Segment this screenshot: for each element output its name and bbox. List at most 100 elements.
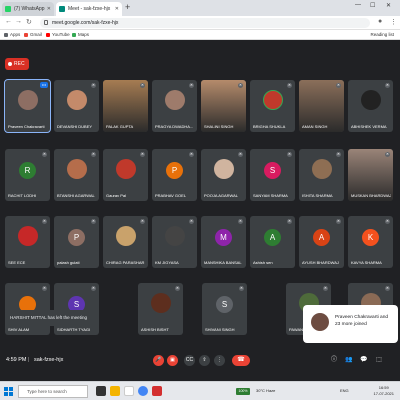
language-indicator[interactable]: ENG (340, 388, 349, 393)
activities-icon[interactable]: ⬚ (375, 356, 383, 364)
avatar: P (68, 229, 85, 246)
app-icon[interactable] (152, 386, 162, 396)
whatsapp-icon (5, 6, 11, 12)
participant-tile[interactable]: ✕ ISHITA SHARMA (299, 149, 344, 201)
people-icon[interactable]: 👥 (345, 356, 353, 364)
participant-tile[interactable]: A ✕ Ashish sen (250, 216, 295, 268)
tab-title: Meet - sak-fzxe-hjx (68, 6, 111, 12)
record-icon (8, 62, 12, 66)
participant-tile[interactable]: ✕ ABHISHEK VERMA (348, 80, 393, 132)
task-view-icon[interactable] (96, 386, 106, 396)
participant-tile[interactable]: ✕ POOJA AGARWAL (201, 149, 246, 201)
participant-name: BRIGHA SHUKLA (253, 124, 286, 129)
participant-tile[interactable]: ✕ PALAK GUPTA (103, 80, 148, 132)
windows-start-icon[interactable] (4, 387, 13, 396)
avatar: S (264, 162, 281, 179)
participant-name: BTANSHI AGARWAL (57, 193, 95, 198)
participant-tile[interactable]: ••• Praveen Chakravarti (4, 79, 51, 133)
browser-tab-bar: (7) WhatsApp ✕ Meet - sak-fzxe-hjx ✕ + —… (0, 0, 400, 16)
participant-name: Ashish sen (253, 260, 273, 265)
chrome-icon[interactable] (138, 386, 148, 396)
close-window-icon[interactable]: ✕ (386, 2, 391, 9)
forward-icon[interactable]: → (15, 18, 22, 25)
info-icon[interactable]: ⓘ (330, 356, 338, 364)
reading-list[interactable]: Reading list (370, 31, 394, 39)
close-icon[interactable]: ✕ (47, 2, 51, 16)
participant-tile[interactable]: ✕ CHIRAG PARASHAR (103, 216, 148, 268)
weather-tray[interactable]: 30°C Haze (256, 388, 275, 393)
clock[interactable]: 16:59 17-07-2021 (374, 385, 394, 397)
participant-tile[interactable]: ✕ PRAGYA DWADHA... (152, 80, 197, 132)
avatar: A (313, 229, 330, 246)
url-field[interactable]: meet.google.com/sak-fzxe-hjx (40, 18, 370, 28)
participant-tile[interactable]: ✕ BRIGHA SHUKLA (250, 80, 295, 132)
mic-muted-icon: ✕ (385, 286, 390, 291)
l-app-icon[interactable] (124, 386, 134, 396)
bookmark-apps[interactable]: Apps (4, 31, 20, 39)
mic-muted-icon: ✕ (239, 286, 244, 291)
mic-muted-icon: ✕ (140, 152, 145, 157)
participant-tile[interactable]: A ✕ AYUSH BHARDWAJ (299, 216, 344, 268)
taskbar-search[interactable]: Type here to search (18, 385, 88, 398)
captions-button[interactable]: CC (184, 355, 195, 366)
participant-tile[interactable]: ✕ AMAN SINGH (299, 80, 344, 132)
tab-whatsapp[interactable]: (7) WhatsApp ✕ (2, 2, 54, 16)
more-options-button[interactable]: ⋮ (214, 355, 225, 366)
participant-tile[interactable]: ✕ BTANSHI AGARWAL (54, 149, 99, 201)
participant-tile[interactable]: ✕ KM JIGYASA (152, 216, 197, 268)
join-notification-text: Praveen Chakravarti and 23 more joined (335, 315, 389, 327)
participant-name: PRABHAV GOEL (155, 193, 187, 198)
mic-off-button[interactable]: 🎤 (153, 355, 164, 366)
participant-tile[interactable]: P ✕ PRABHAV GOEL (152, 149, 197, 201)
participant-tile[interactable]: ✕ SEE ECE (5, 216, 50, 268)
more-options-icon[interactable]: ••• (40, 82, 48, 88)
participant-tile[interactable]: ✕ ASHISH BISHT (138, 283, 183, 335)
participant-name: AMAN SINGH (302, 124, 328, 129)
participant-tile[interactable]: K ✕ KAVYA SHARMA (348, 216, 393, 268)
mic-muted-icon: ✕ (42, 152, 47, 157)
participant-name: CHIRAG PARASHAR (106, 260, 145, 265)
recording-badge: REC (5, 58, 29, 70)
reload-icon[interactable]: ↻ (26, 18, 32, 26)
participant-tile[interactable]: M ✕ MANSHIKA BANSAL (201, 216, 246, 268)
bookmark-gmail[interactable]: Gmail (24, 31, 42, 39)
close-icon[interactable]: ✕ (115, 2, 119, 16)
camera-off-button[interactable]: ▣ (167, 355, 178, 366)
participant-name: KAVYA SHARMA (351, 260, 382, 265)
avatar (115, 159, 136, 179)
end-call-button[interactable]: ☎ (232, 355, 250, 366)
avatar (164, 90, 185, 110)
participant-tile[interactable]: S ✕ SHIVANI SINGH (202, 283, 247, 335)
battery-indicator: 100% (236, 388, 250, 395)
bookmark-maps[interactable]: Maps (72, 31, 89, 39)
file-explorer-icon[interactable] (110, 386, 120, 396)
profile-icon[interactable]: ● (378, 18, 382, 25)
back-icon[interactable]: ← (5, 18, 12, 25)
present-button[interactable]: ⇧ (199, 355, 210, 366)
avatar (66, 159, 87, 179)
mic-muted-icon: ✕ (189, 83, 194, 88)
mic-muted-icon: ✕ (323, 286, 328, 291)
maximize-icon[interactable]: ☐ (370, 2, 375, 9)
participant-tile[interactable]: ✕ SHIV ALAM (5, 283, 50, 335)
participant-name: SHIVANI SINGH (205, 327, 235, 332)
participant-tile[interactable]: S ✕ SIDHARTH TYAGI (54, 283, 99, 335)
youtube-icon (46, 33, 50, 37)
new-tab-icon[interactable]: + (125, 2, 130, 12)
join-notification[interactable]: Praveen Chakravarti and 23 more joined (303, 305, 398, 343)
bookmark-youtube[interactable]: YouTube (46, 31, 70, 39)
participant-tile[interactable]: ✕ DEVANSHI DUBEY (54, 80, 99, 132)
participant-tile[interactable]: ✕ MUSKAN BHARDWAJ (348, 149, 393, 201)
avatar (311, 313, 329, 331)
participant-tile[interactable]: S ✕ SANYAM SHARMA (250, 149, 295, 201)
meeting-time: 4:59 PM (6, 357, 27, 363)
minimize-icon[interactable]: — (355, 2, 361, 8)
chat-icon[interactable]: 💬 (360, 356, 368, 364)
participant-tile[interactable]: ✕ SHALINI SINGH (201, 80, 246, 132)
participant-tile[interactable]: P ✕ palash gulati (54, 216, 99, 268)
tab-meet[interactable]: Meet - sak-fzxe-hjx ✕ (56, 2, 122, 16)
menu-icon[interactable]: ⋮ (390, 18, 397, 26)
participant-tile[interactable]: ✕ Gaurav Pal (103, 149, 148, 201)
avatar: S (216, 296, 233, 313)
participant-tile[interactable]: R ✕ RACHIT LODHI (5, 149, 50, 201)
